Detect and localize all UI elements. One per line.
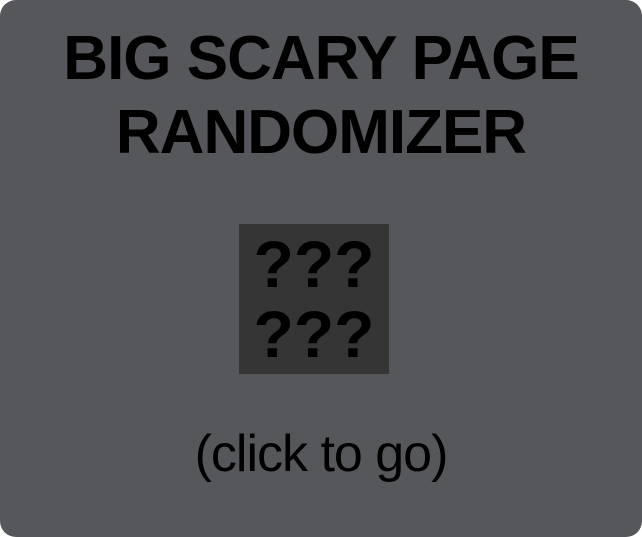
title-line-1: BIG SCARY PAGE [63, 24, 579, 93]
click-to-go-label[interactable]: (click to go) [0, 424, 642, 484]
mystery-line-2: ??? [253, 297, 375, 371]
randomizer-button[interactable]: BIG SCARY PAGE RANDOMIZER ??? ??? (click… [0, 0, 642, 537]
title-line-2: RANDOMIZER [115, 98, 527, 167]
mystery-preview-box: ??? ??? [239, 224, 389, 374]
mystery-line-1: ??? [253, 227, 375, 301]
page-title: BIG SCARY PAGE RANDOMIZER [0, 22, 642, 170]
